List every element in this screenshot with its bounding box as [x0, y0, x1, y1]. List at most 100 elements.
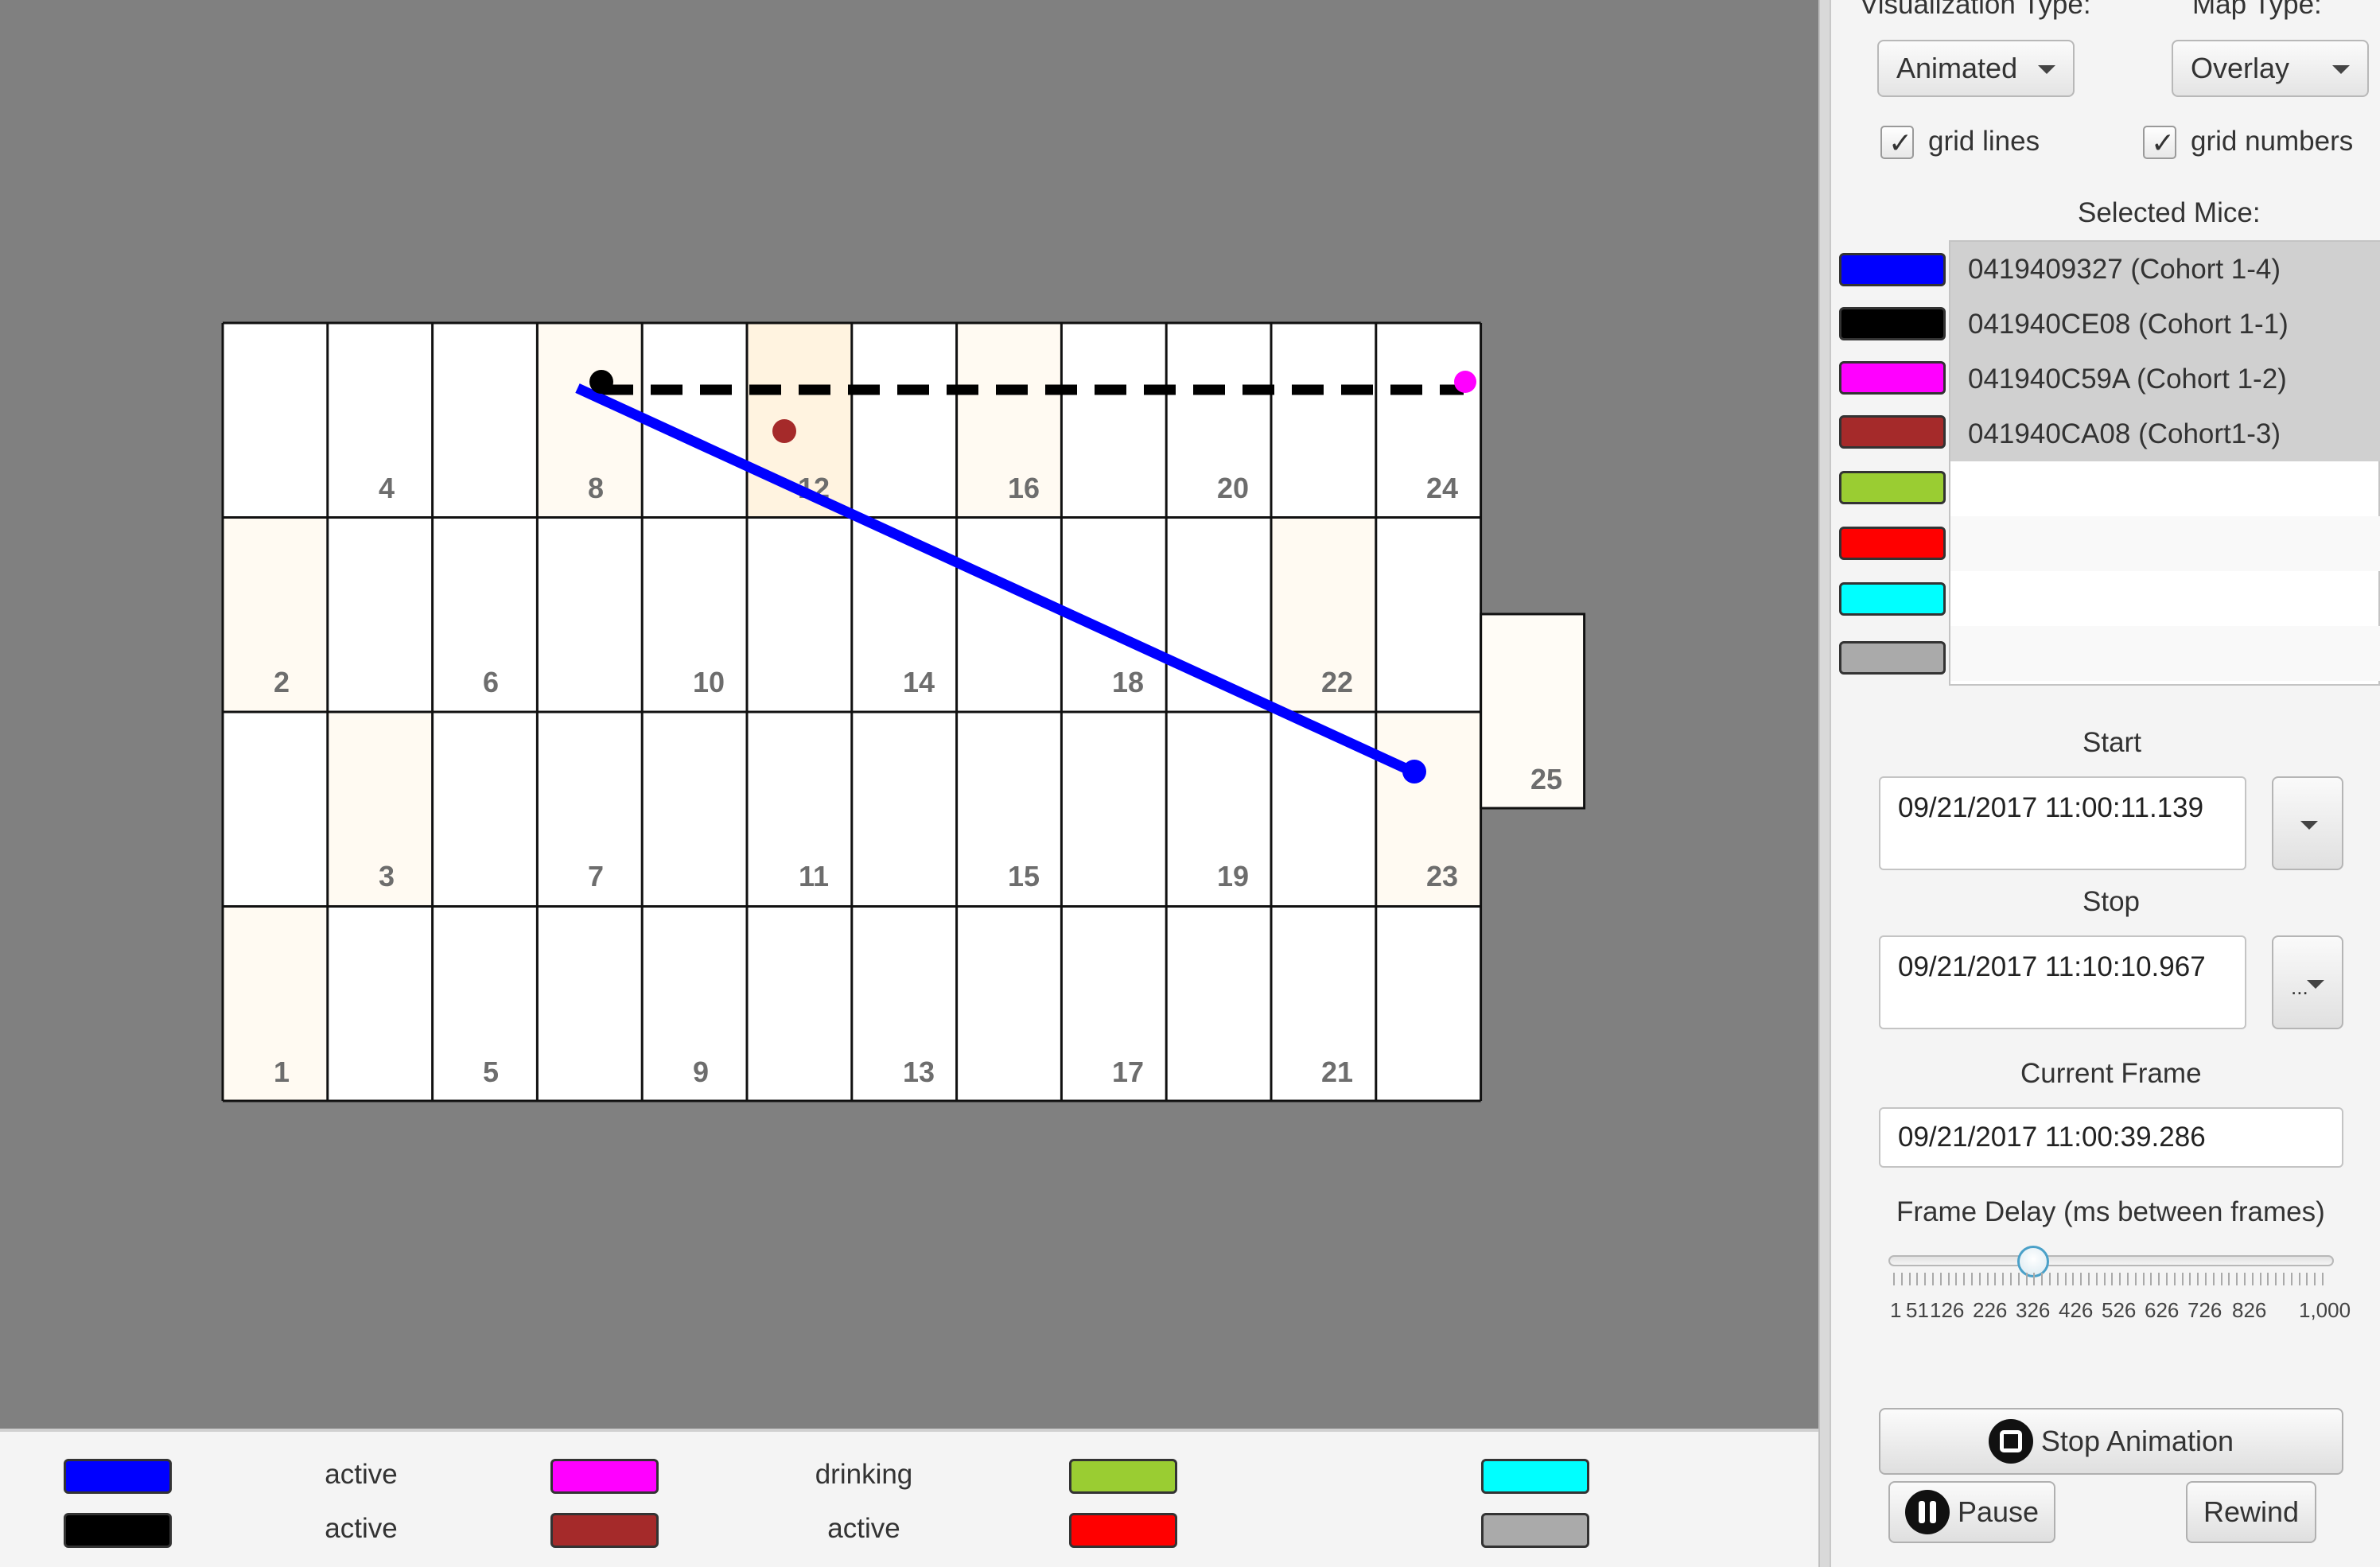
mouse-color-swatch[interactable]: [1839, 641, 1946, 675]
legend-swatch-red: [1069, 1513, 1177, 1548]
legend-swatch-magenta: [550, 1459, 659, 1494]
stop-time-field[interactable]: 09/21/2017 11:10:10.967: [1879, 935, 2246, 1029]
slider-tick: [1932, 1273, 1934, 1285]
grid-number: 22: [1321, 666, 1353, 698]
start-time-field[interactable]: 09/21/2017 11:00:11.139: [1879, 776, 2246, 870]
slider-tick: [2283, 1273, 2285, 1285]
grid-cell: [1061, 323, 1167, 518]
map-type-dropdown[interactable]: Overlay: [2172, 40, 2369, 97]
mouse-color-swatch[interactable]: [1839, 527, 1946, 560]
grid-number: 24: [1426, 472, 1458, 504]
slider-tick: [2142, 1273, 2145, 1285]
slider-tick: [1971, 1273, 1973, 1285]
slider-tick: [2056, 1273, 2059, 1285]
grid-lines-label[interactable]: grid lines: [1928, 126, 2040, 157]
slider-tick-label: 526: [2102, 1298, 2137, 1322]
slider-tick: [1893, 1273, 1895, 1285]
grid-cell: [851, 712, 957, 907]
behavior-legend: active active drinking active: [0, 1429, 1818, 1567]
grid-number: 7: [588, 860, 604, 892]
list-item[interactable]: [1950, 626, 2380, 681]
grid-cell: [223, 323, 328, 518]
mouse-color-swatch[interactable]: [1839, 307, 1946, 340]
slider-tick: [2095, 1273, 2098, 1285]
grid-numbers-checkbox[interactable]: ✓: [2143, 126, 2176, 159]
legend-swatch-gray: [1481, 1513, 1589, 1548]
grid-cell: [327, 906, 433, 1101]
cage-grid-map[interactable]: 1234567891011121314151617181920212223242…: [0, 0, 1818, 1429]
grid-cell: [1375, 517, 1481, 712]
slider-tick: [2002, 1273, 2005, 1285]
map-type-label: Map Type:: [2192, 0, 2322, 20]
grid-cell: [432, 712, 538, 907]
grid-number: 10: [693, 666, 725, 698]
list-item[interactable]: 041940C59A (Cohort 1-2): [1950, 352, 2380, 406]
list-item[interactable]: 041940CA08 (Cohort1-3): [1950, 406, 2380, 461]
grid-cell: [851, 323, 957, 518]
list-item[interactable]: 0419409327 (Cohort 1-4): [1950, 242, 2380, 297]
rewind-button[interactable]: Rewind: [2186, 1481, 2316, 1543]
pause-label: Pause: [1957, 1495, 2040, 1528]
start-label: Start: [2082, 727, 2141, 758]
slider-tick: [1908, 1273, 1911, 1285]
ellipsis-text: ...: [2291, 975, 2308, 999]
mouse-color-swatch[interactable]: [1839, 471, 1946, 504]
slider-tick: [2306, 1273, 2308, 1285]
stop-time-value: 09/21/2017 11:10:10.967: [1898, 951, 2206, 982]
start-time-picker-button[interactable]: [2272, 776, 2343, 870]
slider-tick: [2181, 1273, 2184, 1285]
grid-cell: [537, 517, 643, 712]
frame-delay-slider[interactable]: [1888, 1255, 2334, 1266]
slider-tick: [1955, 1273, 1958, 1285]
stop-animation-button[interactable]: Stop Animation: [1879, 1408, 2343, 1475]
slider-tick: [2244, 1273, 2246, 1285]
grid-number: 11: [799, 860, 829, 892]
map-type-value: Overlay: [2191, 52, 2290, 84]
chevron-down-icon: [2332, 65, 2350, 74]
panel-divider[interactable]: [1818, 0, 1831, 1567]
mouse-position-magenta: [1454, 371, 1476, 393]
grid-cell: [956, 517, 1062, 712]
slider-tick: [2150, 1273, 2152, 1285]
slider-tick: [1924, 1273, 1927, 1285]
slider-tick-label: 126: [1930, 1298, 1965, 1322]
list-item[interactable]: 041940CE08 (Cohort 1-1): [1950, 297, 2380, 352]
grid-number: 15: [1008, 860, 1040, 892]
grid-number: 20: [1217, 472, 1249, 504]
grid-lines-checkbox[interactable]: ✓: [1880, 126, 1914, 159]
pause-button[interactable]: Pause: [1888, 1481, 2055, 1543]
mouse-color-swatch[interactable]: [1839, 253, 1946, 286]
slider-tick: [2111, 1273, 2114, 1285]
visualization-type-label: Visualization Type:: [1860, 0, 2091, 20]
visualization-type-dropdown[interactable]: Animated: [1877, 40, 2075, 97]
slider-tick: [2314, 1273, 2316, 1285]
map-canvas[interactable]: 1 2 3 4 5 6 7 8 9 10 11 12 13 14 15 16 17 18 19 20 21 22 23 24 2…: [0, 0, 1818, 1429]
chevron-down-icon: [2307, 980, 2324, 989]
slider-tick: [2127, 1273, 2129, 1285]
list-item[interactable]: [1950, 461, 2380, 516]
slider-tick: [1916, 1273, 1919, 1285]
stop-time-picker-button[interactable]: ...: [2272, 935, 2343, 1029]
list-item[interactable]: [1950, 571, 2380, 626]
legend-label: active: [325, 1459, 398, 1490]
frame-delay-label: Frame Delay (ms between frames): [1896, 1196, 2325, 1227]
selected-mice-list[interactable]: 0419409327 (Cohort 1-4) 041940CE08 (Coho…: [1949, 240, 2380, 686]
pause-icon: [1904, 1490, 1950, 1534]
grid-cell: [432, 323, 538, 518]
mouse-color-swatch[interactable]: [1839, 415, 1946, 449]
slider-tick: [2322, 1273, 2324, 1285]
visualization-type-value: Animated: [1896, 52, 2018, 84]
grid-cell: [327, 517, 433, 712]
list-item[interactable]: [1950, 516, 2380, 571]
slider-tick: [2251, 1273, 2254, 1285]
grid-number: 16: [1008, 472, 1040, 504]
grid-numbers-label[interactable]: grid numbers: [2191, 126, 2353, 157]
slider-tick: [2205, 1273, 2207, 1285]
mouse-color-swatch[interactable]: [1839, 361, 1946, 395]
mouse-color-swatch[interactable]: [1839, 582, 1946, 616]
checkmark-icon: ✓: [1888, 126, 1913, 159]
slider-tick: [2103, 1273, 2106, 1285]
current-frame-field[interactable]: 09/21/2017 11:00:39.286: [1879, 1107, 2343, 1168]
slider-tick: [2259, 1273, 2261, 1285]
slider-tick: [2290, 1273, 2292, 1285]
